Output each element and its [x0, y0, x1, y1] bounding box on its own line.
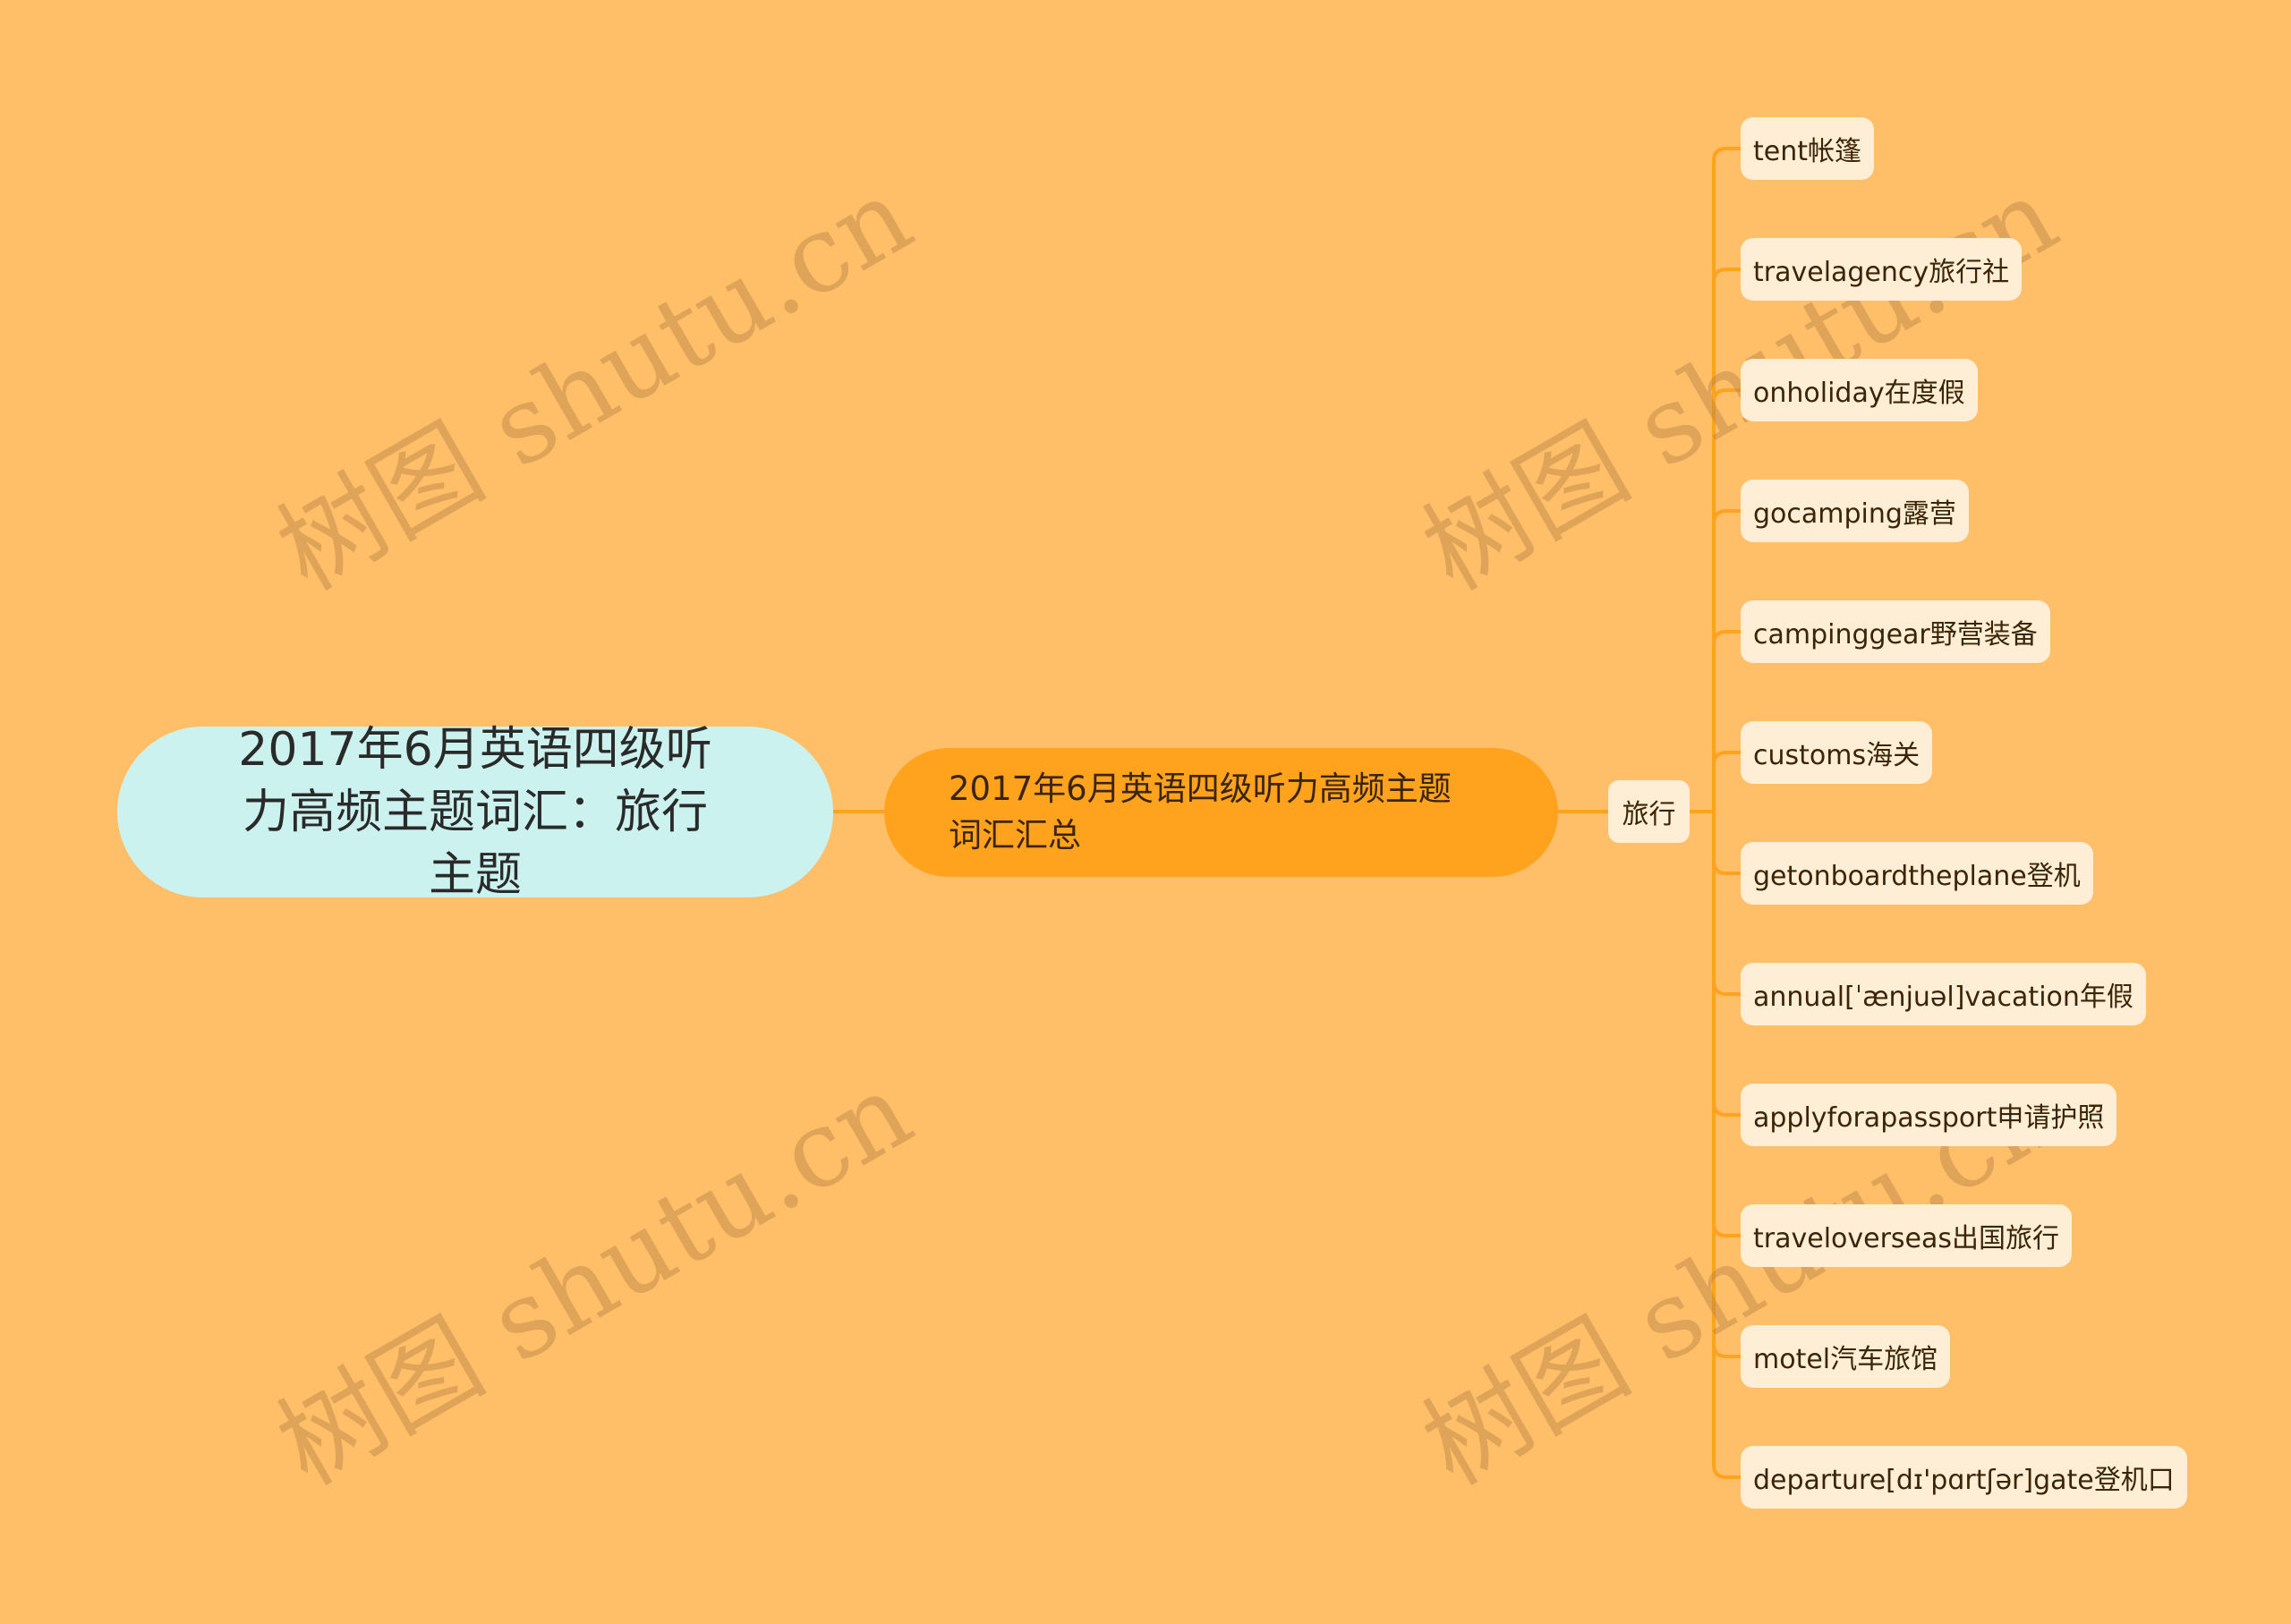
leaf-topic[interactable]: travelagency旅行社	[1741, 238, 2023, 301]
connector-leaf	[1712, 981, 1741, 996]
leaf-topic[interactable]: getonboardtheplane登机	[1741, 842, 2093, 905]
leaf-topic[interactable]: tent帐篷	[1741, 117, 1874, 180]
leaf-label: applyforapassport申请护照	[1753, 1102, 2105, 1134]
leaf-label: onholiday在度假	[1753, 378, 1965, 409]
connector-leaf	[1712, 860, 1741, 875]
leaf-topic[interactable]: customs海关	[1741, 721, 1933, 784]
leaf-label: customs海关	[1753, 740, 1921, 771]
category-topic[interactable]: 旅行	[1608, 780, 1690, 843]
leaf-topic[interactable]: motel汽车旅馆	[1741, 1325, 1951, 1388]
connector-leaf	[1712, 1464, 1741, 1479]
leaf-label: gocamping露营	[1753, 498, 1956, 530]
leaf-label: departure[dɪ'pɑrtʃər]gate登机口	[1753, 1465, 2175, 1496]
leaf-topic[interactable]: traveloverseas出国旅行	[1741, 1204, 2073, 1267]
leaf-label: travelagency旅行社	[1753, 257, 2010, 288]
category-topic-label: 旅行	[1622, 799, 1676, 830]
main-topic[interactable]: 2017年6月英语四级听力高频主题词汇汇总	[884, 748, 1558, 877]
leaf-label: annual[ˈænjuəl]vacation年假	[1753, 982, 2133, 1013]
leaf-label: traveloverseas出国旅行	[1753, 1223, 2060, 1254]
leaf-label: campinggear野营装备	[1753, 619, 2038, 650]
connector-leaf	[1712, 630, 1741, 645]
root-topic-label: 2017年6月英语四级听力高频主题词汇：旅行主题	[238, 722, 712, 902]
leaf-topic[interactable]: campinggear野营装备	[1741, 600, 2050, 663]
connector-leaf	[1712, 751, 1741, 766]
main-topic-label: 2017年6月英语四级听力高频主题词汇汇总	[949, 769, 1452, 855]
leaf-topic[interactable]: onholiday在度假	[1741, 359, 1978, 421]
connector-leaf	[1712, 268, 1741, 283]
leaf-topic[interactable]: applyforapassport申请护照	[1741, 1084, 2117, 1146]
leaf-label: tent帐篷	[1753, 136, 1861, 167]
leaf-topic[interactable]: gocamping露营	[1741, 480, 1969, 542]
leaf-topic[interactable]: departure[dɪ'pɑrtʃər]gate登机口	[1741, 1446, 2187, 1509]
leaf-topic[interactable]: annual[ˈænjuəl]vacation年假	[1741, 963, 2146, 1025]
connector-leaf	[1712, 147, 1741, 162]
connector-leaf	[1712, 509, 1741, 524]
leaf-label: getonboardtheplane登机	[1753, 861, 2081, 892]
connector-leaf	[1712, 1101, 1741, 1117]
leaf-label: motel汽车旅馆	[1753, 1344, 1938, 1375]
root-topic[interactable]: 2017年6月英语四级听力高频主题词汇：旅行主题	[117, 723, 833, 902]
